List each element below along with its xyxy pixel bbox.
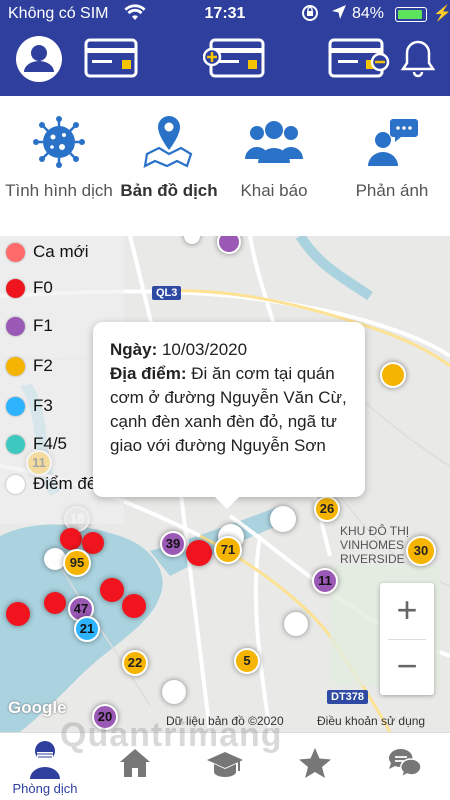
virus-icon: [3, 114, 115, 170]
map-marker-cluster[interactable]: 71: [214, 536, 242, 564]
menu-item-declare[interactable]: Khai báo: [218, 114, 330, 202]
legend-dot: [6, 356, 25, 376]
menu-item-map[interactable]: Bản đồ dịch: [113, 114, 225, 202]
location-arrow-icon: [330, 3, 348, 26]
legend-item-destination: Điểm đến: [6, 472, 106, 496]
add-card-icon[interactable]: [202, 38, 265, 83]
road-label-ql3: QL3: [152, 286, 182, 300]
map-marker-cluster[interactable]: 30: [406, 536, 436, 566]
remove-card-icon[interactable]: [328, 38, 390, 83]
card-icon[interactable]: [84, 38, 138, 83]
menu-label-situation: Tình hình dịch: [5, 181, 113, 200]
map-marker[interactable]: [380, 362, 406, 388]
map-marker[interactable]: [44, 592, 66, 614]
road-label-dt378: DT378: [327, 690, 369, 704]
people-icon: [218, 114, 330, 170]
zoom-in-button[interactable]: +: [380, 583, 434, 639]
legend-item-f4-5: F4/5: [6, 432, 67, 456]
map-marker[interactable]: [270, 506, 296, 532]
zoom-controls: + −: [380, 583, 434, 695]
legend-item-f1: F1: [6, 314, 53, 338]
legend-dot: [6, 278, 25, 298]
legend-dot: [6, 434, 25, 454]
map-marker-cluster[interactable]: 95: [63, 549, 91, 577]
legend-item-new-case: Ca mới: [6, 240, 89, 264]
battery-icon: [395, 7, 427, 22]
map-marker-cluster[interactable]: 22: [122, 650, 148, 676]
map-pin-icon: [113, 114, 225, 170]
marker-info-window[interactable]: Ngày: 10/03/2020 Địa điểm: Đi ăn cơm tại…: [93, 322, 365, 509]
map-marker-cluster[interactable]: 11: [312, 568, 338, 594]
legend-dot: [6, 242, 25, 262]
info-place: Địa điểm: Đi ăn cơm tại quán cơm ở đường…: [110, 364, 347, 455]
map-marker[interactable]: [100, 578, 124, 602]
epidemic-map[interactable]: QL3 DT378 KHU ĐÔ THỊ VINHOMES RIVERSIDE …: [0, 236, 450, 732]
star-icon: [270, 733, 360, 779]
info-date: Ngày: 10/03/2020: [110, 340, 248, 359]
map-marker-cluster[interactable]: 21: [74, 616, 100, 642]
map-marker-cluster[interactable]: 39: [160, 531, 186, 557]
google-logo: Google: [8, 698, 67, 717]
tab-favorites[interactable]: [270, 733, 360, 800]
info-window-pointer: [215, 497, 239, 509]
charging-icon: ⚡: [433, 5, 450, 22]
rotation-lock-icon: [300, 3, 320, 28]
legend-item-f2: F2: [6, 354, 53, 378]
app-header: [0, 30, 450, 96]
status-bar: Không có SIM 17:31 84% ⚡: [0, 0, 450, 30]
map-marker[interactable]: [162, 680, 186, 704]
map-marker-cluster[interactable]: 5: [234, 648, 260, 674]
map-marker-cluster[interactable]: 26: [314, 496, 340, 522]
chat-bubbles-icon: [360, 733, 450, 779]
legend-dot: [6, 396, 25, 416]
map-marker[interactable]: [60, 528, 82, 550]
menu-item-feedback[interactable]: Phản ánh: [336, 114, 448, 202]
chat-person-icon: [336, 114, 448, 170]
feature-menu: Tình hình dịch Bản đồ dịch Khai báo Phản…: [0, 96, 450, 237]
legend-dot: [6, 474, 25, 494]
menu-label-feedback: Phản ánh: [355, 181, 429, 200]
map-marker[interactable]: [122, 594, 146, 618]
battery-percent: 84%: [352, 5, 385, 22]
map-marker[interactable]: [6, 602, 30, 626]
terms-link[interactable]: Điều khoản sử dụng: [317, 714, 425, 728]
legend-item-f3: F3: [6, 394, 53, 418]
legend-dot: [6, 316, 25, 336]
bell-icon[interactable]: [400, 38, 436, 83]
map-marker[interactable]: [186, 540, 212, 566]
profile-icon[interactable]: [14, 34, 64, 89]
watermark: Quantrimang: [60, 716, 283, 754]
map-marker[interactable]: [82, 532, 104, 554]
menu-item-situation[interactable]: Tình hình dịch: [3, 114, 115, 202]
menu-label-declare: Khai báo: [240, 181, 308, 200]
zoom-out-button[interactable]: −: [380, 639, 434, 695]
map-marker[interactable]: [284, 612, 308, 636]
tab-label-prevention: Phòng dịch: [12, 781, 78, 796]
menu-label-map: Bản đồ dịch: [120, 181, 218, 200]
legend-item-f0: F0: [6, 276, 53, 300]
tab-messages[interactable]: [360, 733, 450, 800]
